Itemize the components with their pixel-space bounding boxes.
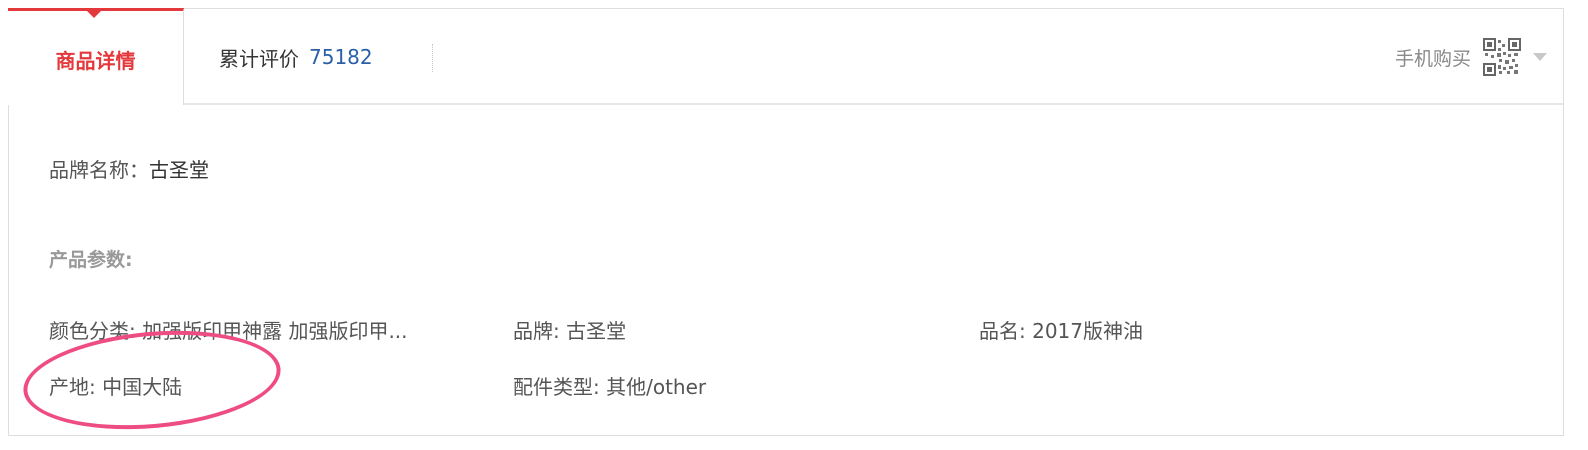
product-detail-panel: 商品详情 累计评价 75182 手机购买 品牌名称：古圣堂 产品参数: 颜色分类… bbox=[8, 8, 1564, 436]
param-brand: 品牌: 古圣堂 bbox=[513, 319, 627, 343]
brand-name-value: 古圣堂 bbox=[149, 158, 209, 182]
mobile-buy-label: 手机购买 bbox=[1394, 47, 1471, 70]
qr-code-icon[interactable] bbox=[1483, 38, 1521, 76]
param-accessory-type: 配件类型: 其他/other bbox=[513, 375, 707, 399]
brand-name-label: 品牌名称： bbox=[49, 158, 149, 182]
mobile-buy-button[interactable]: 手机购买 bbox=[1395, 9, 1547, 105]
chevron-down-icon[interactable] bbox=[1533, 53, 1547, 61]
tab-bar: 商品详情 累计评价 75182 手机购买 bbox=[8, 8, 1563, 105]
brand-name-row: 品牌名称：古圣堂 bbox=[49, 154, 209, 183]
tab-product-details[interactable]: 商品详情 bbox=[8, 8, 184, 105]
param-origin: 产地: 中国大陆 bbox=[49, 375, 183, 399]
param-product-name: 品名: 2017版神油 bbox=[979, 319, 1143, 343]
tab-reviews[interactable]: 累计评价 75182 bbox=[219, 9, 373, 105]
active-tab-indicator bbox=[87, 11, 101, 18]
review-count: 75182 bbox=[309, 45, 373, 69]
param-color-category[interactable]: 颜色分类: 加强版印甲神露 加强版印甲... bbox=[49, 315, 408, 344]
product-params-title: 产品参数: bbox=[49, 249, 133, 271]
tab-reviews-label: 累计评价 bbox=[219, 46, 299, 71]
tab-product-details-label: 商品详情 bbox=[55, 48, 136, 73]
tab-divider bbox=[432, 44, 433, 72]
